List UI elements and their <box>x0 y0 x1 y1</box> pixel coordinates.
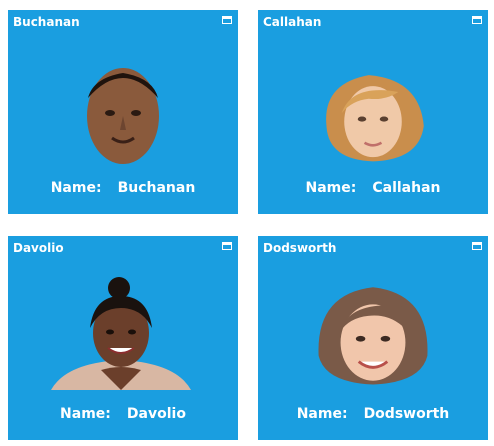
employee-card-davolio[interactable]: Davolio Name: Davolio <box>8 236 238 440</box>
maximize-icon[interactable] <box>222 16 232 24</box>
card-title: Dodsworth <box>263 241 337 255</box>
name-label: Name: <box>305 180 357 196</box>
name-value: Davolio <box>126 406 186 422</box>
name-row: Name: Callahan <box>258 180 488 196</box>
name-value: Callahan <box>372 180 441 196</box>
employee-card-buchanan[interactable]: Buchanan Name: Buchanan <box>8 10 238 214</box>
card-title: Callahan <box>263 15 322 29</box>
card-grid: Buchanan Name: Buchanan Callahan Name: Cal… <box>0 0 494 446</box>
name-row: Name: Davolio <box>8 406 238 422</box>
name-row: Name: Buchanan <box>8 180 238 196</box>
name-row: Name: Dodsworth <box>258 406 488 422</box>
maximize-icon[interactable] <box>472 16 482 24</box>
maximize-icon[interactable] <box>472 242 482 250</box>
man-short-hair-portrait <box>87 68 159 164</box>
name-label: Name: <box>60 406 111 422</box>
card-title: Buchanan <box>13 15 80 29</box>
employee-card-callahan[interactable]: Callahan Name: Callahan <box>258 10 488 214</box>
maximize-icon[interactable] <box>222 242 232 250</box>
woman-dark-hair-bun-portrait <box>51 277 191 390</box>
name-label: Name: <box>50 180 102 196</box>
woman-blonde-wavy-portrait <box>326 75 424 162</box>
name-value: Buchanan <box>117 180 196 196</box>
name-label: Name: <box>296 406 348 422</box>
name-value: Dodsworth <box>363 406 450 422</box>
card-title: Davolio <box>13 241 64 255</box>
employee-card-dodsworth[interactable]: Dodsworth Name: Dodsworth <box>258 236 488 440</box>
woman-brown-bob-portrait <box>318 287 428 385</box>
